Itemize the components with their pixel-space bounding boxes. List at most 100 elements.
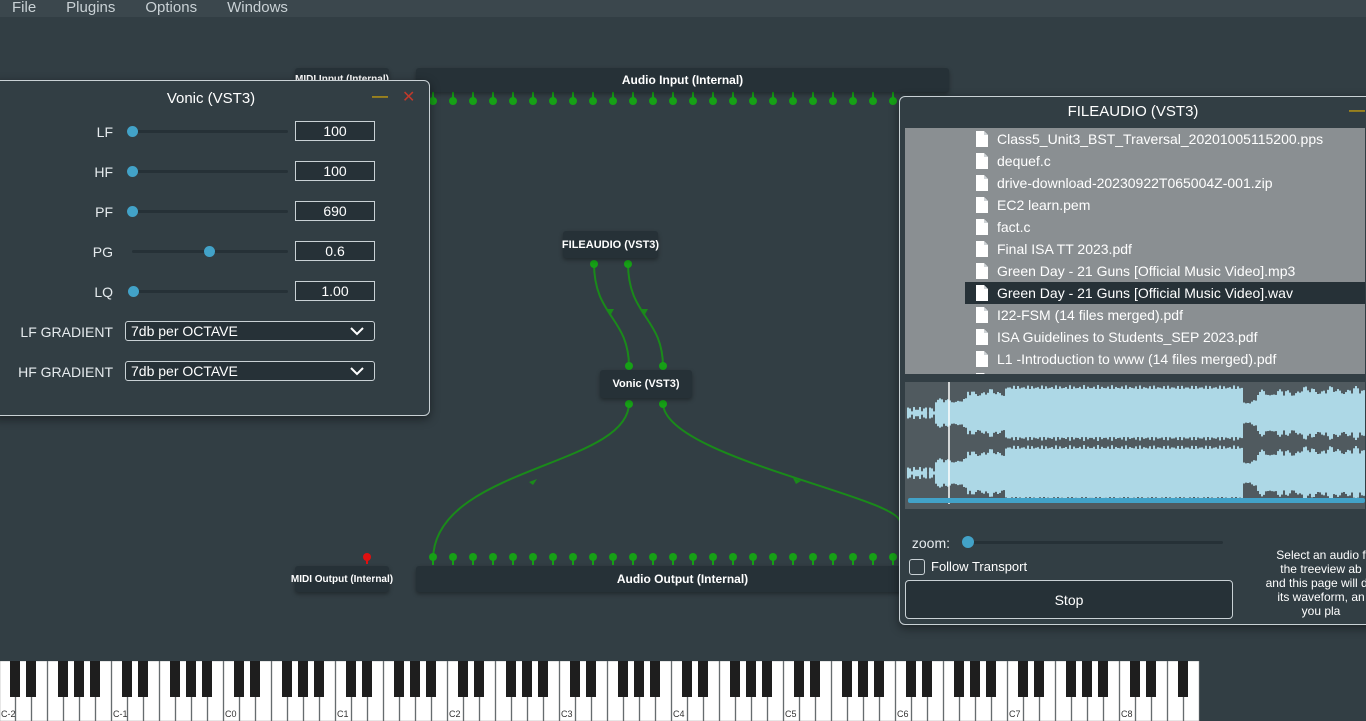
- piano-black-key[interactable]: [90, 661, 100, 697]
- menu-plugins[interactable]: Plugins: [66, 0, 115, 15]
- piano-black-key[interactable]: [1146, 661, 1156, 697]
- slider-lq-track[interactable]: [132, 290, 288, 293]
- audio-input-pin[interactable]: [829, 97, 837, 105]
- fileaudio-plugin-window[interactable]: FILEAUDIO (VST3) — Class5_Unit3_BST_Trav…: [899, 96, 1366, 625]
- piano-black-key[interactable]: [538, 661, 548, 697]
- audio-input-pin[interactable]: [449, 97, 457, 105]
- piano-black-key[interactable]: [954, 661, 964, 697]
- piano-black-key[interactable]: [522, 661, 532, 697]
- piano-black-key[interactable]: [986, 661, 996, 697]
- audio-input-pin[interactable]: [489, 97, 497, 105]
- piano-black-key[interactable]: [282, 661, 292, 697]
- piano-black-key[interactable]: [586, 661, 596, 697]
- waveform-scrollbar[interactable]: [908, 498, 1365, 503]
- value-hf[interactable]: 100: [295, 161, 375, 181]
- piano-black-key[interactable]: [58, 661, 68, 697]
- file-row[interactable]: L2 -- Static Pages: [905, 370, 1365, 374]
- follow-transport-label[interactable]: Follow Transport: [931, 559, 1027, 574]
- file-row[interactable]: Green Day - 21 Guns [Official Music Vide…: [905, 260, 1365, 282]
- piano-black-key[interactable]: [1082, 661, 1092, 697]
- menu-file[interactable]: File: [12, 0, 36, 15]
- audio-input-pin[interactable]: [689, 97, 697, 105]
- piano-black-key[interactable]: [426, 661, 436, 697]
- audio-input-pin[interactable]: [649, 97, 657, 105]
- audio-input-pin[interactable]: [569, 97, 577, 105]
- audio-input-pin[interactable]: [669, 97, 677, 105]
- audio-input-pin[interactable]: [709, 97, 717, 105]
- piano-black-key[interactable]: [202, 661, 212, 697]
- audio-input-pin[interactable]: [629, 97, 637, 105]
- piano-black-key[interactable]: [474, 661, 484, 697]
- slider-lq-thumb[interactable]: [128, 286, 139, 297]
- audio-input-pin[interactable]: [869, 97, 877, 105]
- wire-vonic-output-right[interactable]: [662, 402, 901, 523]
- piano-black-key[interactable]: [618, 661, 628, 697]
- piano-black-key[interactable]: [634, 661, 644, 697]
- file-row[interactable]: ISA Guidelines to Students_SEP 2023.pdf: [905, 326, 1365, 348]
- piano-black-key[interactable]: [298, 661, 308, 697]
- piano-black-key[interactable]: [74, 661, 84, 697]
- slider-lf-thumb[interactable]: [127, 126, 138, 137]
- piano-black-key[interactable]: [570, 661, 580, 697]
- file-row[interactable]: EC2 learn.pem: [905, 194, 1365, 216]
- piano-black-key[interactable]: [250, 661, 260, 697]
- audio-input-pin[interactable]: [849, 97, 857, 105]
- audio-input-pin[interactable]: [589, 97, 597, 105]
- menu-options[interactable]: Options: [145, 0, 197, 15]
- piano-black-key[interactable]: [1098, 661, 1108, 697]
- piano-black-key[interactable]: [906, 661, 916, 697]
- file-treeview[interactable]: Class5_Unit3_BST_Traversal_2020100511520…: [905, 128, 1365, 374]
- piano-black-key[interactable]: [506, 661, 516, 697]
- vonic-in-pin-right[interactable]: [659, 362, 667, 370]
- fileaudio-out-pin-left[interactable]: [590, 260, 598, 268]
- file-row[interactable]: dequef.c: [905, 150, 1365, 172]
- audio-input-pin[interactable]: [529, 97, 537, 105]
- vonic-out-pin-right[interactable]: [659, 400, 667, 408]
- zoom-slider-track[interactable]: [967, 541, 1223, 544]
- piano-black-key[interactable]: [762, 661, 772, 697]
- audio-input-pin[interactable]: [729, 97, 737, 105]
- midi-keyboard[interactable]: C-2 C-1 C0 C1 C2 C3 C4 C5 C6 C7 C8: [0, 661, 1366, 721]
- lf-gradient-select[interactable]: 7db per OCTAVE: [125, 321, 375, 341]
- piano-black-key[interactable]: [10, 661, 20, 697]
- audio-input-pin[interactable]: [769, 97, 777, 105]
- piano-black-key[interactable]: [410, 661, 420, 697]
- piano-black-key[interactable]: [1066, 661, 1076, 697]
- menu-windows[interactable]: Windows: [227, 0, 288, 15]
- audio-input-pin[interactable]: [429, 97, 437, 105]
- piano-black-key[interactable]: [314, 661, 324, 697]
- piano-black-key[interactable]: [746, 661, 756, 697]
- piano-black-key[interactable]: [170, 661, 180, 697]
- piano-black-key[interactable]: [970, 661, 980, 697]
- file-row[interactable]: L1 -Introduction to www (14 files merged…: [905, 348, 1365, 370]
- vonic-plugin-window[interactable]: Vonic (VST3) — ✕ LF 100 HF 100 PF 690 PG…: [0, 80, 430, 416]
- audio-input-pin[interactable]: [609, 97, 617, 105]
- vonic-node[interactable]: Vonic (VST3): [600, 370, 692, 398]
- value-pg[interactable]: 0.6: [295, 241, 375, 261]
- piano-black-key[interactable]: [186, 661, 196, 697]
- piano-black-key[interactable]: [1018, 661, 1028, 697]
- piano-black-key[interactable]: [682, 661, 692, 697]
- piano-black-key[interactable]: [794, 661, 804, 697]
- fileaudio-window-title[interactable]: FILEAUDIO (VST3): [900, 97, 1366, 125]
- wire-fileaudio-vonic-left[interactable]: [593, 262, 630, 368]
- piano-black-key[interactable]: [858, 661, 868, 697]
- slider-lf-track[interactable]: [132, 130, 288, 133]
- audio-output-node[interactable]: Audio Output (Internal): [416, 566, 949, 592]
- slider-pf-thumb[interactable]: [127, 206, 138, 217]
- vonic-out-pin-left[interactable]: [625, 400, 633, 408]
- slider-pg-thumb[interactable]: [204, 246, 215, 257]
- piano-black-key[interactable]: [810, 661, 820, 697]
- audio-input-pin[interactable]: [749, 97, 757, 105]
- piano-black-key[interactable]: [138, 661, 148, 697]
- audio-input-pin[interactable]: [889, 97, 897, 105]
- piano-black-key[interactable]: [874, 661, 884, 697]
- piano-black-key[interactable]: [458, 661, 468, 697]
- slider-hf-track[interactable]: [132, 170, 288, 173]
- fileaudio-node[interactable]: FILEAUDIO (VST3): [562, 231, 659, 258]
- follow-transport-checkbox[interactable]: [909, 559, 925, 575]
- piano-black-key[interactable]: [650, 661, 660, 697]
- waveform-display[interactable]: [905, 382, 1365, 509]
- piano-black-key[interactable]: [346, 661, 356, 697]
- piano-black-key[interactable]: [842, 661, 852, 697]
